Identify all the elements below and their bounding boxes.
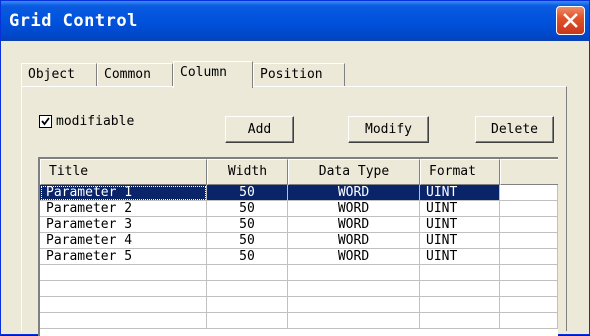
close-icon xyxy=(563,13,578,28)
close-button[interactable] xyxy=(556,6,585,35)
cell-width[interactable]: 50 xyxy=(207,217,288,233)
cell-data-type[interactable]: WORD xyxy=(288,185,420,201)
cell-title[interactable]: Parameter 4 xyxy=(40,233,207,249)
checkbox-box[interactable] xyxy=(39,115,52,128)
cell-data-type[interactable]: WORD xyxy=(288,233,420,249)
cell-empty xyxy=(500,249,558,265)
window-title: Grid Control xyxy=(9,11,138,31)
cell-format[interactable]: UINT xyxy=(420,201,500,217)
title-bar[interactable]: Grid Control xyxy=(1,1,589,41)
cell-empty xyxy=(500,185,558,201)
table-row-empty xyxy=(40,265,558,281)
cell-empty xyxy=(500,201,558,217)
cell-title[interactable]: Parameter 3 xyxy=(40,217,207,233)
cell-title[interactable]: Parameter 5 xyxy=(40,249,207,265)
delete-button[interactable]: Delete xyxy=(475,116,554,143)
table-row[interactable]: Parameter 5 50 WORD UINT xyxy=(40,249,558,265)
add-button[interactable]: Add xyxy=(225,116,294,143)
table-row-empty xyxy=(40,281,558,297)
modifiable-checkbox[interactable]: modifiable xyxy=(39,114,134,129)
cell-width[interactable]: 50 xyxy=(207,249,288,265)
header-data-type[interactable]: Data Type xyxy=(288,159,420,185)
cell-empty xyxy=(500,233,558,249)
check-icon xyxy=(41,117,50,126)
cell-format[interactable]: UINT xyxy=(420,249,500,265)
cell-width[interactable]: 50 xyxy=(207,201,288,217)
modify-button[interactable]: Modify xyxy=(348,116,429,143)
tab-column[interactable]: Column xyxy=(173,61,253,88)
modifiable-label: modifiable xyxy=(56,114,135,129)
table-row-empty xyxy=(40,297,558,313)
cell-data-type[interactable]: WORD xyxy=(288,201,420,217)
tab-object[interactable]: Object xyxy=(21,63,97,87)
header-empty xyxy=(500,159,558,185)
header-width[interactable]: Width xyxy=(207,159,288,185)
table-row[interactable]: Parameter 2 50 WORD UINT xyxy=(40,201,558,217)
table-row-empty xyxy=(40,313,558,329)
cell-format[interactable]: UINT xyxy=(420,233,500,249)
tab-common[interactable]: Common xyxy=(97,63,173,87)
header-title[interactable]: Title xyxy=(40,159,207,185)
grid-control-dialog: Grid Control Object Common Column Positi… xyxy=(0,0,590,336)
table-body: Parameter 1 50 WORD UINT Parameter 2 50 … xyxy=(40,185,558,329)
cell-width[interactable]: 50 xyxy=(207,185,288,201)
cell-data-type[interactable]: WORD xyxy=(288,217,420,233)
cell-empty xyxy=(500,217,558,233)
column-list[interactable]: Title Width Data Type Format Parameter 1… xyxy=(38,157,558,336)
cell-width[interactable]: 50 xyxy=(207,233,288,249)
cell-title[interactable]: Parameter 2 xyxy=(40,201,207,217)
cell-format[interactable]: UINT xyxy=(420,185,500,201)
tab-position[interactable]: Position xyxy=(253,63,345,87)
table-row[interactable]: Parameter 4 50 WORD UINT xyxy=(40,233,558,249)
table-row[interactable]: Parameter 3 50 WORD UINT xyxy=(40,217,558,233)
cell-data-type[interactable]: WORD xyxy=(288,249,420,265)
cell-title[interactable]: Parameter 1 xyxy=(40,185,207,201)
header-format[interactable]: Format xyxy=(420,159,500,185)
cell-format[interactable]: UINT xyxy=(420,217,500,233)
table-row[interactable]: Parameter 1 50 WORD UINT xyxy=(40,185,558,201)
